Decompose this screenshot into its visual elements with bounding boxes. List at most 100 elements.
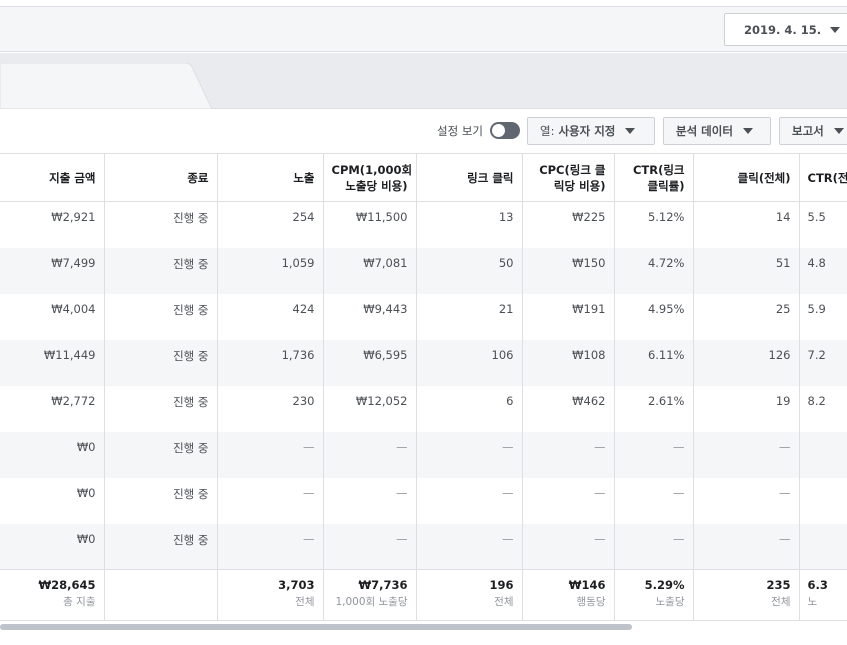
totals-row: ₩28,645 총 지출 3,703 전체 ₩7,736 1,000회 노출당 196 전체 ₩… — [0, 569, 847, 621]
cell-ctr-link: 4.95% — [614, 293, 694, 340]
reports-dropdown[interactable]: 보고서 — [779, 117, 847, 145]
cell-ctr-all: 4.8 — [799, 247, 847, 294]
cell-cpc: ₩150 — [522, 247, 615, 294]
col-header-ctr-all[interactable]: CTR(전 — [799, 153, 847, 202]
cell-cpm: ₩12,052 — [323, 385, 417, 432]
header-label-line2: 클릭률) — [647, 178, 685, 193]
cell-end-status: 진행 중 — [104, 339, 218, 386]
analyze-dropdown[interactable]: 분석 데이터 — [663, 117, 771, 145]
table-row[interactable]: ₩7,499 진행 중 1,059 ₩7,081 50 ₩150 4.72% 51 4.8 — [0, 247, 847, 294]
cell-spend: ₩2,772 — [0, 385, 105, 432]
col-header-cpm[interactable]: CPM(1,000회 노출당 비용) — [323, 153, 417, 202]
cell-ctr-link: 4.72% — [614, 247, 694, 294]
col-header-ctr-link[interactable]: CTR(링크 클릭률) — [614, 153, 694, 202]
cell-cpc: — — [522, 523, 615, 570]
col-header-end[interactable]: 종료 — [104, 153, 218, 202]
breakdown-toggle[interactable] — [490, 122, 520, 139]
cell-spend: ₩0 — [0, 431, 105, 478]
cell-impressions: 1,736 — [217, 339, 324, 386]
col-header-cpc[interactable]: CPC(링크 클 릭당 비용) — [522, 153, 615, 202]
total-label: 노 — [807, 596, 818, 608]
cell-impressions: 230 — [217, 385, 324, 432]
cell-cpm: — — [323, 477, 417, 524]
total-link-clicks: 196 전체 — [416, 569, 523, 621]
toggle-knob — [492, 124, 505, 137]
cell-cpc: ₩191 — [522, 293, 615, 340]
table-toolbar: 설정 보기 열: 사용자 지정 분석 데이터 보고서 — [0, 109, 847, 153]
col-header-spend[interactable]: 지출 금액 — [0, 153, 105, 202]
cell-link-clicks: — — [416, 431, 523, 478]
chevron-down-icon — [742, 128, 753, 134]
cell-end-status: 진행 중 — [104, 201, 218, 248]
total-value: 196 — [489, 578, 514, 592]
cell-clicks-all: 51 — [693, 247, 800, 294]
date-range-button[interactable]: 2019. 4. 15. — [724, 13, 847, 46]
cell-spend: ₩2,921 — [0, 201, 105, 248]
table-row[interactable]: ₩0 진행 중 — — — — — — — [0, 523, 847, 570]
cell-impressions: 424 — [217, 293, 324, 340]
total-value: ₩7,736 — [358, 578, 408, 592]
columns-dropdown[interactable]: 열: 사용자 지정 — [527, 117, 655, 145]
table-row[interactable]: ₩0 진행 중 — — — — — — — [0, 431, 847, 478]
cell-clicks-all: 25 — [693, 293, 800, 340]
table-row[interactable]: ₩2,772 진행 중 230 ₩12,052 6 ₩462 2.61% 19 8.2 — [0, 385, 847, 432]
header-label: 링크 클릭 — [467, 170, 514, 185]
col-header-impressions[interactable]: 노출 — [217, 153, 324, 202]
total-ctr-all: 6.3 노 — [799, 569, 847, 621]
cell-spend: ₩11,449 — [0, 339, 105, 386]
reports-label: 보고서 — [792, 124, 824, 138]
header-label-line2: 노출당 비용) — [345, 178, 408, 193]
table-row[interactable]: ₩0 진행 중 — — — — — — — [0, 477, 847, 524]
cell-end-status: 진행 중 — [104, 523, 218, 570]
header-label: CTR(링크 — [632, 162, 685, 177]
analyze-label: 분석 데이터 — [676, 124, 733, 138]
header-label: 노출 — [293, 170, 315, 185]
cell-ctr-all: 8.2 — [799, 385, 847, 432]
date-range-label: 2019. 4. 15. — [744, 22, 822, 37]
cell-link-clicks: 50 — [416, 247, 523, 294]
cell-link-clicks: 6 — [416, 385, 523, 432]
total-label: 전체 — [494, 596, 514, 608]
total-cpc: ₩146 행동당 — [522, 569, 615, 621]
top-bar: 2019. 4. 15. — [0, 6, 847, 52]
cell-spend: ₩0 — [0, 523, 105, 570]
cell-clicks-all: — — [693, 477, 800, 524]
breakdown-toggle-label: 설정 보기 — [437, 124, 483, 138]
table-row[interactable]: ₩4,004 진행 중 424 ₩9,443 21 ₩191 4.95% 25 5.9 — [0, 293, 847, 340]
active-tab[interactable] — [0, 63, 212, 109]
chevron-down-icon — [625, 128, 636, 134]
cell-clicks-all: — — [693, 523, 800, 570]
cell-end-status: 진행 중 — [104, 247, 218, 294]
cell-impressions: 254 — [217, 201, 324, 248]
total-clicks-all: 235 전체 — [693, 569, 800, 621]
cell-ctr-link: — — [614, 477, 694, 524]
cell-cpm: ₩6,595 — [323, 339, 417, 386]
total-label: 전체 — [295, 596, 315, 608]
cell-cpc: — — [522, 431, 615, 478]
table-row[interactable]: ₩11,449 진행 중 1,736 ₩6,595 106 ₩108 6.11% 126 7.2 — [0, 339, 847, 386]
header-label: CTR(전 — [807, 170, 847, 185]
cell-spend: ₩4,004 — [0, 293, 105, 340]
total-impressions: 3,703 전체 — [217, 569, 324, 621]
cell-ctr-link: 5.12% — [614, 201, 694, 248]
header-label: 클릭(전체) — [737, 170, 791, 185]
cell-cpm: ₩7,081 — [323, 247, 417, 294]
cell-ctr-link: — — [614, 431, 694, 478]
cell-impressions: — — [217, 523, 324, 570]
total-value: 235 — [766, 578, 791, 592]
cell-ctr-all: 7.2 — [799, 339, 847, 386]
cell-ctr-link: — — [614, 523, 694, 570]
col-header-link-clicks[interactable]: 링크 클릭 — [416, 153, 523, 202]
total-label: 행동당 — [576, 596, 606, 608]
col-header-clicks-all[interactable]: 클릭(전체) — [693, 153, 800, 202]
horizontal-scrollbar[interactable] — [0, 624, 632, 630]
cell-spend: ₩0 — [0, 477, 105, 524]
total-label: 총 지출 — [63, 596, 96, 608]
cell-impressions: 1,059 — [217, 247, 324, 294]
total-cpm: ₩7,736 1,000회 노출당 — [323, 569, 417, 621]
cell-ctr-link: 6.11% — [614, 339, 694, 386]
cell-cpm: ₩9,443 — [323, 293, 417, 340]
table-row[interactable]: ₩2,921 진행 중 254 ₩11,500 13 ₩225 5.12% 14 5.5 — [0, 201, 847, 248]
total-label: 전체 — [771, 596, 791, 608]
total-value: ₩28,645 — [38, 578, 96, 592]
